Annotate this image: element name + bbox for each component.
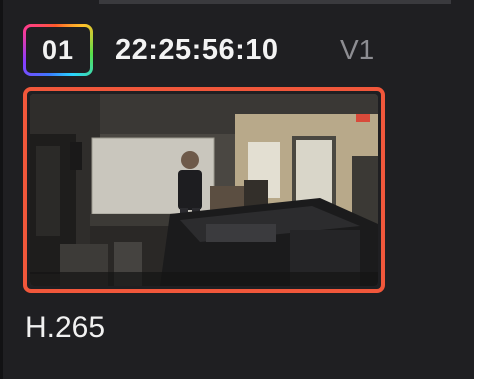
clip-thumbnail[interactable] (30, 94, 378, 286)
clip-timecode: 22:25:56:10 (115, 34, 279, 66)
clip-number: 01 (26, 27, 90, 73)
clip-card[interactable]: 01 22:25:56:10 V1 H.265 (0, 0, 474, 379)
clip-thumbnail-frame[interactable] (23, 87, 385, 293)
video-frame-thumbnail (30, 94, 378, 286)
clip-track: V1 (340, 34, 375, 65)
clip-header: 01 22:25:56:10 V1 (23, 24, 463, 80)
clip-number-badge: 01 (23, 24, 93, 76)
clip-codec: H.265 (25, 311, 106, 344)
top-divider (99, 0, 451, 4)
